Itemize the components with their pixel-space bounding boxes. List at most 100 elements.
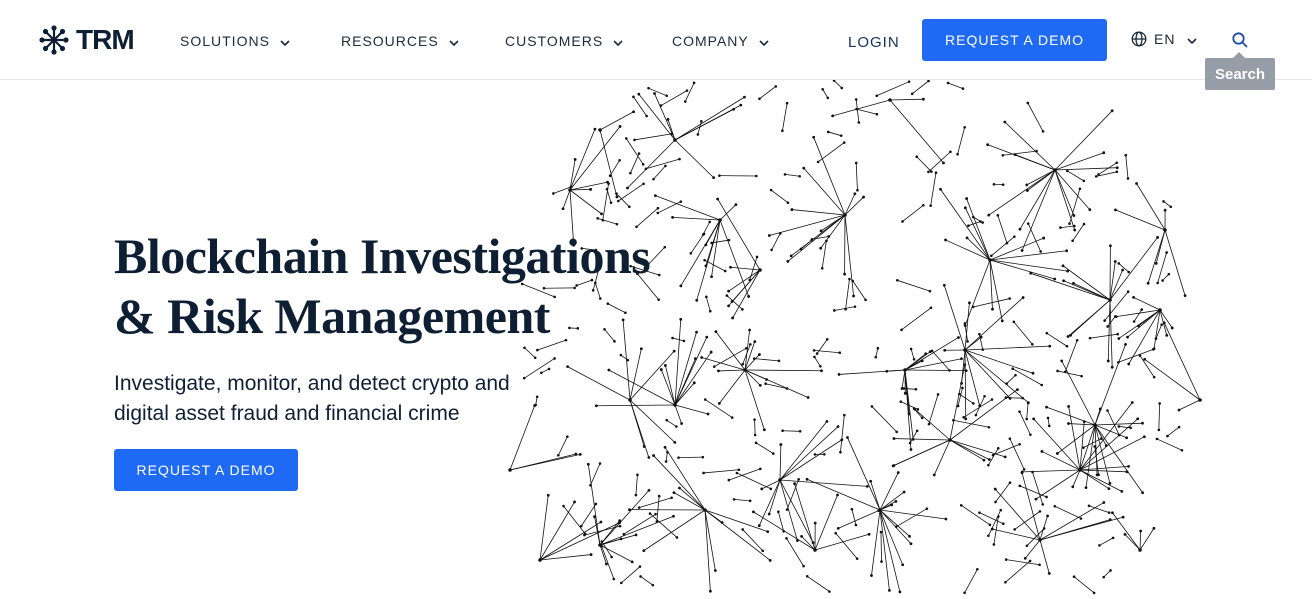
network-edge (1107, 299, 1111, 361)
network-node (1046, 416, 1050, 420)
network-node (758, 467, 762, 471)
network-edge (987, 144, 1056, 171)
network-edge (665, 452, 668, 462)
network-node (974, 413, 978, 417)
network-node (692, 381, 696, 385)
network-node (1046, 514, 1049, 518)
network-node (1113, 315, 1117, 318)
nav-solutions[interactable]: SOLUTIONS (180, 31, 290, 51)
network-edge (704, 509, 716, 571)
network-node (1073, 224, 1076, 228)
network-edge (569, 159, 576, 191)
network-edge (991, 236, 1015, 257)
network-edge (940, 189, 991, 261)
network-node (948, 369, 951, 372)
network-edge (916, 156, 932, 172)
search-icon[interactable] (1231, 31, 1249, 49)
network-node (1004, 558, 1008, 561)
network-node (967, 224, 970, 227)
network-node (806, 396, 810, 399)
network-edge (911, 80, 929, 95)
network-node (1025, 417, 1028, 421)
network-edge (828, 131, 842, 137)
network-hub (1078, 468, 1082, 472)
network-node (1045, 331, 1049, 335)
network-node (854, 523, 858, 527)
network-node (1127, 270, 1131, 274)
network-edge (855, 99, 860, 123)
network-node (637, 152, 641, 155)
network-node (890, 503, 894, 507)
network-node (696, 133, 700, 136)
network-node (820, 266, 824, 270)
network-edge (606, 189, 612, 203)
network-node (1000, 319, 1004, 323)
nav-resources[interactable]: RESOURCES (341, 31, 459, 51)
network-node (647, 456, 651, 459)
network-node (701, 455, 705, 459)
network-node (1154, 261, 1158, 265)
network-node (994, 500, 997, 504)
request-demo-button[interactable]: REQUEST A DEMO (922, 19, 1107, 61)
network-node (607, 368, 611, 372)
login-link[interactable]: LOGIN (848, 34, 900, 51)
network-edge (838, 509, 881, 529)
network-node (840, 86, 844, 90)
network-node (552, 192, 555, 195)
trm-logo[interactable]: TRM (38, 22, 135, 58)
network-node (673, 440, 677, 444)
network-hub (758, 268, 762, 272)
network-node (1177, 425, 1181, 429)
network-edge (871, 406, 897, 433)
network-node (743, 95, 746, 99)
network-edge (758, 479, 781, 526)
network-edge (989, 259, 1068, 272)
network-node (963, 363, 967, 367)
network-node (601, 218, 605, 222)
network-node (1094, 175, 1098, 178)
hero-request-demo-button[interactable]: REQUEST A DEMO (114, 449, 298, 491)
network-edge (889, 98, 924, 101)
network-node (1016, 388, 1019, 392)
nav-customers[interactable]: CUSTOMERS (505, 31, 623, 51)
language-selector[interactable]: EN (1131, 31, 1198, 47)
nav-company[interactable]: COMPANY (672, 31, 769, 51)
network-node (786, 260, 790, 263)
network-node (798, 430, 802, 433)
network-node (569, 185, 573, 189)
network-node (712, 365, 716, 368)
network-node (637, 506, 641, 509)
network-node (624, 137, 628, 140)
network-edge (879, 509, 946, 520)
network-node (734, 203, 738, 207)
network-node (930, 349, 934, 353)
network-node (1111, 511, 1114, 515)
network-node (785, 387, 789, 390)
network-edge (755, 442, 774, 454)
network-edge (1019, 485, 1047, 498)
network-node (783, 173, 787, 176)
network-node (1040, 383, 1044, 387)
network-edge (1002, 150, 1037, 156)
network-node (653, 92, 656, 95)
network-node (1080, 374, 1083, 378)
network-node (1035, 149, 1038, 153)
network-edge (813, 137, 846, 216)
network-node (812, 135, 816, 139)
network-node (805, 477, 809, 481)
network-node (1079, 517, 1083, 520)
network-edge (949, 439, 1006, 458)
network-node (813, 521, 817, 525)
network-node (645, 114, 648, 118)
network-node (1108, 244, 1112, 248)
network-node (1129, 426, 1132, 430)
network-edge (840, 415, 845, 453)
network-node (683, 100, 687, 103)
network-edge (744, 369, 822, 372)
network-node (901, 563, 905, 567)
network-edge (992, 528, 1041, 541)
network-node (915, 155, 919, 159)
network-edge (539, 522, 620, 561)
network-node (769, 487, 773, 491)
network-node (1018, 410, 1021, 413)
